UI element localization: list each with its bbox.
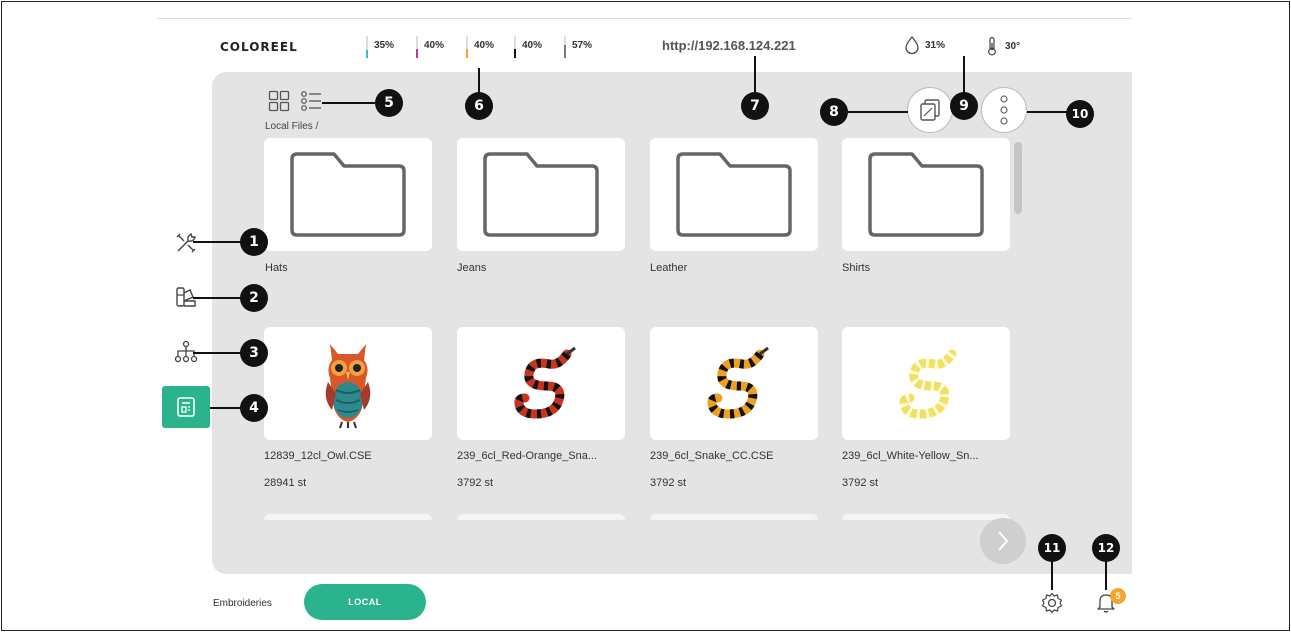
callout-5: 5 xyxy=(375,89,403,117)
ink-gauge-fill xyxy=(514,49,516,58)
callout-leader-9 xyxy=(963,56,965,96)
ink-gauge xyxy=(366,36,368,58)
app-logo: COLOREEL xyxy=(220,40,298,54)
folder-label: Hats xyxy=(265,262,288,274)
file-tile-red-snake[interactable] xyxy=(457,327,625,440)
callout-leader-11 xyxy=(1051,560,1053,590)
callout-8: 8 xyxy=(820,98,848,126)
ink-gauge xyxy=(466,36,468,58)
next-row-tile xyxy=(842,514,1010,520)
ink-gauge xyxy=(564,36,566,58)
section-label: Embroideries xyxy=(213,598,272,609)
file-name: 239_6cl_Snake_CC.CSE xyxy=(650,450,774,462)
callout-1: 1 xyxy=(240,228,268,256)
humidity-readout: 31% xyxy=(905,36,945,54)
file-stitch-count: 28941 st xyxy=(264,477,307,489)
callout-leader-12 xyxy=(1105,560,1107,590)
next-page-button[interactable] xyxy=(980,518,1026,564)
callout-leader-4 xyxy=(210,407,243,409)
notification-badge: 5 xyxy=(1110,588,1126,604)
callout-leader-1 xyxy=(193,241,243,243)
next-row-tile xyxy=(264,514,432,520)
settings-button[interactable] xyxy=(1041,592,1063,619)
folder-label: Jeans xyxy=(457,262,487,274)
tools-icon xyxy=(176,233,196,253)
callout-leader-7 xyxy=(754,56,756,96)
grid-view-icon[interactable] xyxy=(268,90,290,112)
ink-gauge-fill xyxy=(466,49,468,58)
copy-icon xyxy=(920,99,940,121)
ink-level-value: 35% xyxy=(374,40,395,51)
file-name: 239_6cl_White-Yellow_Sn... xyxy=(842,450,979,462)
folder-label: Shirts xyxy=(842,262,871,274)
view-toggle xyxy=(268,90,322,112)
list-view-icon[interactable] xyxy=(300,90,322,112)
chevron-right-icon xyxy=(998,531,1009,551)
callout-4: 4 xyxy=(240,394,268,422)
folder-tile-hats[interactable] xyxy=(264,138,432,251)
vertical-scrollbar[interactable] xyxy=(1014,142,1022,214)
ink-level-value: 40% xyxy=(474,40,495,51)
thermometer-icon xyxy=(988,36,996,56)
temperature-value: 30° xyxy=(1005,40,1021,52)
ink-gauge xyxy=(416,36,418,58)
folder-icon xyxy=(483,151,599,237)
callout-12: 12 xyxy=(1092,534,1120,562)
callout-leader-5 xyxy=(322,102,378,104)
gear-icon xyxy=(1041,592,1063,614)
file-tile-orange-snake[interactable] xyxy=(650,327,818,440)
file-tile-yellow-snake[interactable] xyxy=(842,327,1010,440)
humidity-value: 31% xyxy=(925,39,946,51)
file-name: 12839_12cl_Owl.CSE xyxy=(264,450,372,462)
callout-6: 6 xyxy=(465,92,493,120)
embroidery-machine-icon xyxy=(177,397,195,417)
folder-icon xyxy=(290,151,406,237)
next-row-tile xyxy=(650,514,818,520)
ink-gauge-fill xyxy=(564,45,566,58)
callout-2: 2 xyxy=(240,284,268,312)
callout-10: 10 xyxy=(1066,100,1094,128)
sidebar-embroidery-button[interactable] xyxy=(162,386,210,428)
callout-leader-10 xyxy=(1027,111,1071,113)
callout-3: 3 xyxy=(240,339,268,367)
breadcrumb[interactable]: Local Files / xyxy=(265,121,318,132)
droplet-icon xyxy=(905,36,919,54)
more-options-button[interactable] xyxy=(981,87,1027,133)
callout-leader-8 xyxy=(848,111,908,113)
ink-gauge-fill xyxy=(416,49,418,58)
top-divider xyxy=(157,18,1132,19)
file-tile-owl[interactable] xyxy=(264,327,432,440)
callout-leader-3 xyxy=(193,352,243,354)
copy-files-button[interactable] xyxy=(907,87,953,133)
folder-tile-jeans[interactable] xyxy=(457,138,625,251)
folder-tile-leather[interactable] xyxy=(650,138,818,251)
callout-7: 7 xyxy=(741,92,769,120)
ink-level-value: 57% xyxy=(572,40,593,51)
ink-level-value: 40% xyxy=(522,40,543,51)
folder-icon xyxy=(868,151,984,237)
callout-11: 11 xyxy=(1038,534,1066,562)
file-name: 239_6cl_Red-Orange_Sna... xyxy=(457,450,598,462)
ink-level-value: 40% xyxy=(424,40,445,51)
callout-leader-2 xyxy=(193,297,243,299)
owl-thumbnail-icon xyxy=(325,343,371,428)
ink-gauge xyxy=(514,36,516,58)
vertical-dots-icon xyxy=(1000,95,1008,125)
file-stitch-count: 3792 st xyxy=(842,477,879,489)
callout-9: 9 xyxy=(950,92,978,120)
folder-icon xyxy=(676,151,792,237)
next-row-tile xyxy=(457,514,625,520)
local-tab-button[interactable]: LOCAL xyxy=(304,584,426,620)
folder-label: Leather xyxy=(650,262,688,274)
ink-gauge-fill xyxy=(366,50,368,58)
sidebar-tools-button[interactable] xyxy=(162,222,210,264)
red-snake-thumbnail-icon xyxy=(514,346,576,419)
device-url: http://192.168.124.221 xyxy=(662,38,796,53)
file-stitch-count: 3792 st xyxy=(650,477,687,489)
orange-snake-thumbnail-icon xyxy=(707,346,769,419)
file-stitch-count: 3792 st xyxy=(457,477,494,489)
folder-tile-shirts[interactable] xyxy=(842,138,1010,251)
yellow-snake-thumbnail-icon xyxy=(899,349,957,419)
temperature-readout: 30° xyxy=(985,36,1020,56)
